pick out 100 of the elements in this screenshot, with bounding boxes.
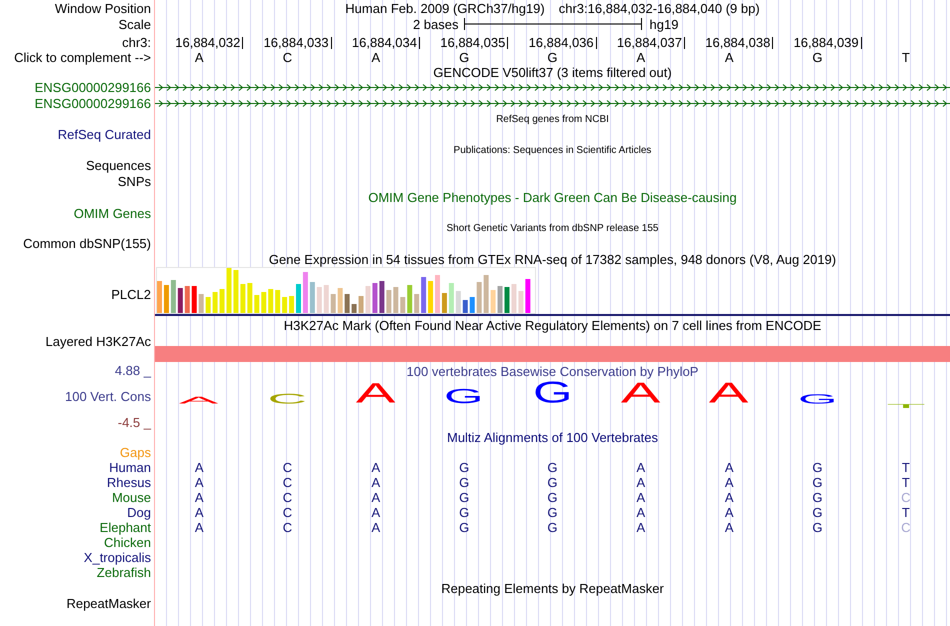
- species-label[interactable]: Elephant: [100, 520, 151, 535]
- track-label[interactable]: Sequences: [86, 158, 151, 173]
- aligned-base: A: [371, 475, 380, 490]
- complement-link[interactable]: Click to complement -->: [14, 50, 151, 65]
- expression-bar[interactable]: [442, 293, 447, 313]
- ruler-tick: [242, 37, 244, 49]
- aligned-base: A: [194, 460, 204, 475]
- aligned-base: A: [724, 520, 734, 535]
- coordinate-label: 16,884,038: [705, 35, 770, 50]
- expression-bar[interactable]: [344, 294, 350, 313]
- aligned-base: G: [459, 490, 470, 505]
- chromosome-label: chr3:: [122, 35, 151, 50]
- track-label[interactable]: Common dbSNP(155): [23, 236, 151, 251]
- coordinate-label: 16,884,032: [175, 35, 240, 50]
- track-title: Publications: Sequences in Scientific Articles: [454, 144, 652, 158]
- expression-bar[interactable]: [421, 277, 426, 313]
- reference-base[interactable]: C: [282, 50, 292, 65]
- reference-base[interactable]: A: [194, 50, 204, 65]
- track-label[interactable]: OMIM Genes: [74, 206, 151, 220]
- reference-base[interactable]: G: [812, 50, 823, 65]
- track-title: Short Genetic Variants from dbSNP release 155: [446, 222, 658, 236]
- aligned-base: A: [194, 520, 204, 535]
- aligned-base: C: [282, 475, 292, 490]
- ruler-tick: [507, 37, 508, 49]
- aligned-base: A: [636, 460, 646, 475]
- logo-letter: A: [179, 397, 219, 404]
- aligned-base: A: [371, 520, 380, 535]
- track-title: OMIM Gene Phenotypes - Dark Green Can Be Disease-causing: [368, 190, 737, 205]
- aligned-base: A: [724, 460, 734, 475]
- track-title: Gene Expression in 54 tissues from GTEx RNA-seq of 17382 samples, 948 donors (V8, Aug 2019): [268, 252, 836, 266]
- track-label[interactable]: RepeatMasker: [66, 596, 151, 611]
- aligned-base: T: [902, 475, 910, 490]
- aligned-base: A: [724, 490, 734, 505]
- reference-base[interactable]: A: [636, 50, 646, 65]
- ruler-tick: [330, 37, 332, 49]
- expression-bar[interactable]: [379, 281, 384, 313]
- species-label[interactable]: Human: [109, 460, 151, 475]
- aligned-base: A: [636, 490, 646, 505]
- aligned-base: G: [547, 520, 558, 535]
- coordinate-label: 16,884,033: [264, 35, 329, 50]
- reference-base[interactable]: A: [371, 50, 380, 65]
- aligned-base: G: [812, 490, 823, 505]
- aligned-base: T: [902, 460, 910, 475]
- gene-label[interactable]: ENSG00000299166: [34, 96, 151, 110]
- coordinate-label: 16,884,035: [440, 35, 506, 50]
- assembly-name: Human Feb. 2009 (GRCh37/hg19): [345, 0, 545, 16]
- logo-letter: G: [532, 382, 572, 404]
- scale-span-label: 2 bases: [412, 16, 460, 32]
- track-label[interactable]: 100 Vert. Cons: [65, 389, 151, 404]
- aligned-base: G: [547, 505, 558, 520]
- expression-bar[interactable]: [178, 288, 183, 313]
- aligned-base: A: [636, 475, 646, 490]
- ruler-tick: [684, 37, 685, 49]
- track-title: H3K27Ac Mark (Often Found Near Active Regulatory Elements) on 7 cell lines from ENCODE: [284, 318, 822, 332]
- track-title: RefSeq genes from NCBI: [496, 112, 609, 126]
- reference-base[interactable]: G: [547, 50, 558, 65]
- expression-bar[interactable]: [462, 300, 468, 313]
- species-label[interactable]: Mouse: [112, 490, 151, 505]
- aligned-base: A: [724, 475, 734, 490]
- logo-letter: A: [356, 384, 396, 404]
- assembly-label: hg19: [648, 16, 678, 32]
- track-title: GENCODE V50lift37 (3 items filtered out): [433, 65, 672, 80]
- aligned-base: A: [194, 490, 204, 505]
- aligned-base: A: [371, 460, 380, 475]
- track-title: Multiz Alignments of 100 Vertebrates: [446, 430, 658, 445]
- reference-base[interactable]: G: [459, 50, 470, 65]
- logo-letter: C: [268, 394, 308, 404]
- aligned-base: A: [636, 505, 646, 520]
- aligned-base: C: [282, 520, 292, 535]
- ruler-tick: [772, 37, 774, 49]
- aligned-base: C: [901, 520, 911, 535]
- aligned-base: G: [812, 475, 823, 490]
- ruler-tick: [419, 37, 420, 49]
- species-label[interactable]: Chicken: [104, 535, 151, 550]
- expression-bar[interactable]: [372, 283, 378, 313]
- coordinate-label: 16,884,037: [616, 35, 682, 50]
- species-label[interactable]: Rhesus: [106, 475, 151, 490]
- aligned-base: G: [459, 475, 470, 490]
- species-label[interactable]: Dog: [127, 505, 151, 520]
- track-label[interactable]: RefSeq Curated: [58, 127, 151, 142]
- expression-bar[interactable]: [352, 304, 357, 313]
- track-label[interactable]: Layered H3K27Ac: [45, 334, 151, 349]
- aligned-base: T: [902, 505, 910, 520]
- reference-base[interactable]: T: [902, 50, 910, 65]
- aligned-base: G: [547, 475, 558, 490]
- track-label[interactable]: PLCL2: [111, 286, 151, 302]
- track-title: Repeating Elements by RepeatMasker: [441, 580, 664, 596]
- gene-label[interactable]: ENSG00000299166: [34, 80, 151, 95]
- row-label: Window Position: [54, 0, 151, 16]
- axis-min-label: -4.5 _: [118, 415, 151, 430]
- species-label[interactable]: Zebrafish: [96, 565, 151, 580]
- aligned-base: C: [282, 460, 292, 475]
- coordinate-label: 16,884,036: [528, 35, 594, 50]
- reference-base[interactable]: A: [724, 50, 734, 65]
- species-label[interactable]: X_tropicalis: [84, 550, 151, 565]
- track-label[interactable]: SNPs: [118, 174, 151, 188]
- row-label: Scale: [118, 16, 151, 32]
- logo-letter: A: [621, 384, 661, 404]
- aligned-base: G: [459, 460, 470, 475]
- aligned-base: A: [371, 490, 380, 505]
